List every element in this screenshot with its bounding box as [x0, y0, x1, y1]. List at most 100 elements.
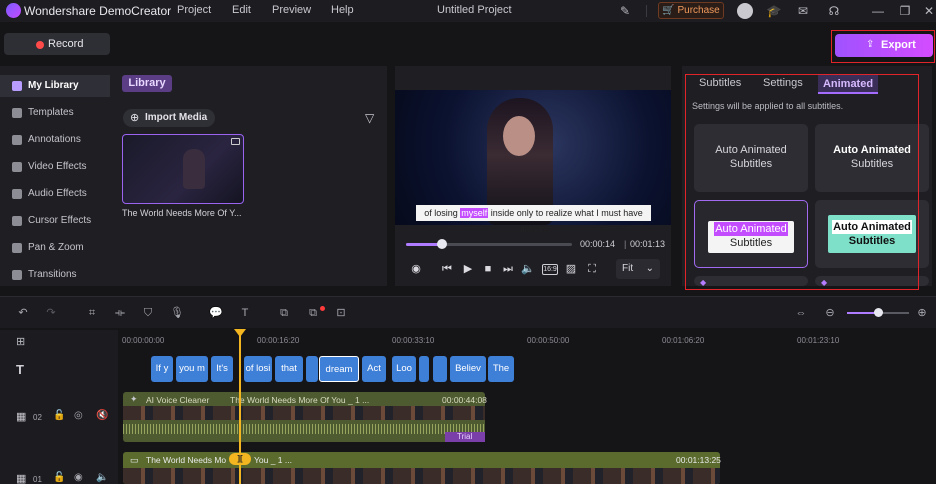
- transitions-icon: [12, 270, 22, 280]
- aspect-ratio-button[interactable]: 16:9: [542, 264, 558, 275]
- split-icon[interactable]: ⟛: [113, 306, 127, 320]
- ruler-tick-label: 00:01:23:10: [797, 336, 840, 345]
- record-button[interactable]: Record: [4, 33, 110, 55]
- animated-panel-highlight-box: [685, 74, 919, 290]
- current-time: 00:00:14: [580, 239, 616, 249]
- purchase-button[interactable]: 🛒 Purchase: [658, 2, 724, 19]
- menu-preview[interactable]: Preview: [272, 4, 311, 16]
- fit-label: Fit: [622, 263, 634, 274]
- wand-icon: ✦: [130, 394, 138, 404]
- hide-icon[interactable]: ◎: [74, 410, 83, 421]
- zoom-out-icon[interactable]: ⊖: [823, 306, 837, 320]
- export-highlight-box: [831, 30, 935, 63]
- menu-project[interactable]: Project: [177, 4, 211, 16]
- menu-edit[interactable]: Edit: [232, 4, 251, 16]
- previous-frame-icon[interactable]: ⏮: [440, 262, 454, 276]
- fullscreen-icon[interactable]: ⛶: [585, 262, 599, 276]
- subtitle-text: of losing: [424, 208, 461, 218]
- sidebar-item-label: Pan & Zoom: [28, 242, 84, 253]
- volume-icon[interactable]: 🔈: [521, 262, 535, 276]
- feedback-icon[interactable]: ✎: [617, 3, 633, 19]
- subtitle-clip[interactable]: Believ: [450, 356, 486, 382]
- menu-help[interactable]: Help: [331, 4, 354, 16]
- sidebar-item-label: Audio Effects: [28, 188, 87, 199]
- ai-icon[interactable]: ⊡: [334, 306, 348, 320]
- media-thumbnail[interactable]: [122, 134, 244, 204]
- divider: [646, 5, 647, 17]
- play-icon[interactable]: ▶: [461, 262, 475, 276]
- subtitle-overlay[interactable]: of losing myself inside only to realize …: [416, 205, 651, 234]
- subtitle-clip[interactable]: you m: [176, 356, 208, 382]
- app-logo-icon: [6, 3, 21, 18]
- filter-icon[interactable]: ▽: [365, 111, 374, 125]
- lock-icon[interactable]: 🔓: [53, 472, 65, 483]
- subtitle-clip[interactable]: [306, 356, 318, 382]
- mail-icon[interactable]: ✉: [795, 3, 811, 19]
- plus-circle-icon: ⊕: [130, 112, 140, 124]
- ruler-tick-label: 00:01:06:20: [662, 336, 705, 345]
- subtitle-clip[interactable]: The: [488, 356, 514, 382]
- snapshot-icon[interactable]: ◉: [409, 262, 423, 276]
- cursor-effects-icon: [12, 216, 22, 226]
- add-track-plus-icon[interactable]: ⊞: [16, 335, 25, 348]
- lock-icon[interactable]: 🔓: [53, 410, 65, 421]
- clip-waveform: [123, 424, 485, 434]
- restore-icon[interactable]: ❐: [897, 3, 913, 19]
- minimize-icon[interactable]: —: [870, 3, 886, 19]
- crop-icon[interactable]: ⌗: [85, 306, 99, 320]
- safe-zone-icon[interactable]: ▨: [564, 262, 578, 276]
- subtitle-track-icon: T: [16, 362, 24, 377]
- clip-filmstrip: [123, 468, 720, 484]
- avatar[interactable]: [737, 3, 753, 19]
- close-icon[interactable]: ✕: [921, 3, 936, 19]
- next-frame-icon[interactable]: ⏭: [501, 262, 515, 276]
- track-02-film-icon: ▦: [16, 411, 27, 423]
- subtitle-clip[interactable]: of losi: [244, 356, 272, 382]
- subtitle-clip-selected[interactable]: dream: [319, 356, 359, 382]
- subtitle-clip[interactable]: that: [275, 356, 303, 382]
- zoom-slider-handle[interactable]: [874, 308, 883, 317]
- sidebar-item-label: My Library: [28, 80, 79, 91]
- microphone-icon[interactable]: 🎙: [170, 306, 184, 320]
- fit-dropdown[interactable]: Fit ⌄: [616, 259, 660, 279]
- redo-icon[interactable]: ↷: [44, 306, 58, 320]
- learn-icon[interactable]: 🎓: [766, 3, 782, 19]
- track-01-clip-title: The World Needs Mo: [146, 455, 227, 465]
- templates-icon: [12, 108, 22, 118]
- library-tag: Library: [122, 75, 172, 92]
- thumbnail-figure: [183, 149, 205, 189]
- purchase-label: Purchase: [677, 5, 720, 16]
- pan-zoom-icon: [12, 243, 22, 253]
- visible-icon[interactable]: ◉: [74, 472, 83, 483]
- zoom-in-icon[interactable]: ⊕: [915, 306, 929, 320]
- mute-icon[interactable]: 🔇: [96, 410, 108, 421]
- group-icon[interactable]: ⧉: [277, 306, 291, 320]
- support-icon[interactable]: ☊: [826, 3, 842, 19]
- track-02-clip-title: The World Needs More Of You _ 1 ...: [230, 395, 370, 405]
- subtitle-clip[interactable]: Loo: [392, 356, 416, 382]
- ruler-tick-label: 00:00:00:00: [122, 336, 165, 345]
- volume-icon[interactable]: 🔈: [96, 472, 108, 483]
- undo-icon[interactable]: ↶: [16, 306, 30, 320]
- split-handle-icon[interactable]: ][: [229, 453, 251, 465]
- subtitle-clip[interactable]: If y: [151, 356, 173, 382]
- ruler-tick-label: 00:00:33:10: [392, 336, 435, 345]
- subtitle-clip[interactable]: Act: [362, 356, 386, 382]
- track-01-film-icon: ▦: [16, 473, 27, 484]
- subtitle-clip[interactable]: [433, 356, 447, 382]
- marker-icon[interactable]: ⛉: [141, 306, 155, 320]
- sidebar-item-label: Transitions: [28, 269, 77, 280]
- subtitle-clip[interactable]: It's: [211, 356, 233, 382]
- speech-to-text-icon[interactable]: 💬: [209, 306, 223, 320]
- track-01-clip-title-tail: You _ 1 ...: [254, 455, 292, 465]
- audio-effect-label: AI Voice Cleaner: [146, 395, 210, 405]
- text-icon[interactable]: T: [238, 306, 252, 320]
- app-name: Wondershare DemoCreator: [24, 4, 172, 18]
- track-headers: [0, 330, 118, 484]
- subtitle-clip[interactable]: [419, 356, 429, 382]
- fit-timeline-icon[interactable]: ⇔: [794, 306, 808, 320]
- stop-icon[interactable]: ■: [481, 262, 495, 276]
- playback-scrubber[interactable]: [437, 239, 447, 249]
- import-media-label: Import Media: [145, 112, 208, 123]
- add-track-icon[interactable]: ⧉: [306, 306, 320, 320]
